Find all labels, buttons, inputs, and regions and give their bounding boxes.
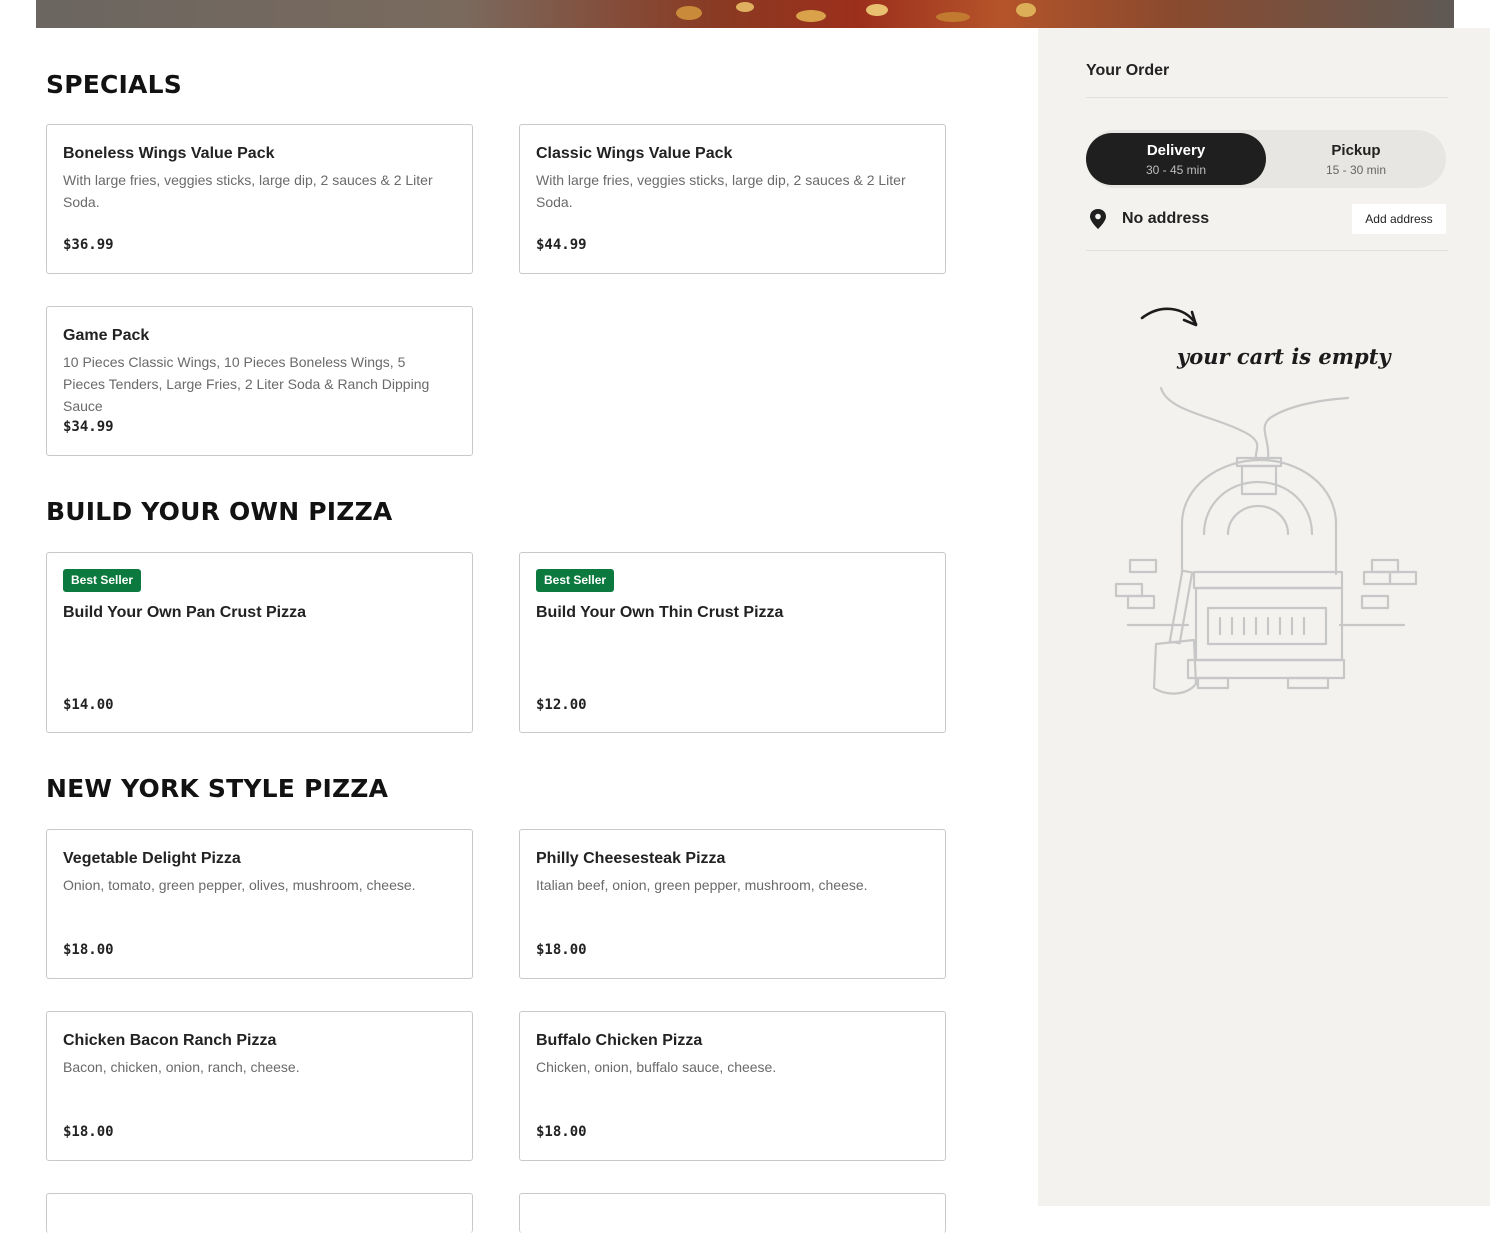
menu-item-card[interactable]: Buffalo Chicken Pizza Chicken, onion, bu… [519,1011,946,1161]
menu-item-card[interactable]: Boneless Wings Value Pack With large fri… [46,124,473,274]
item-price: $18.00 [536,942,587,958]
location-pin-icon [1090,209,1106,229]
menu-item-card[interactable]: Game Pack 10 Pieces Classic Wings, 10 Pi… [46,306,473,456]
add-address-button[interactable]: Add address [1352,204,1446,234]
menu-content: SPECIALS Boneless Wings Value Pack With … [0,28,1038,1233]
delivery-time: 30 - 45 min [1145,163,1207,177]
delivery-label: Delivery [1146,142,1206,159]
divider [1086,250,1448,251]
item-price: $18.00 [63,1124,114,1140]
item-name: Buffalo Chicken Pizza [536,1032,703,1049]
item-description: With large fries, veggies sticks, large … [63,172,433,210]
item-price: $36.99 [63,237,114,253]
pickup-option[interactable]: Pickup 15 - 30 min [1266,133,1446,185]
hero-banner-image [36,0,1454,28]
item-name: Chicken Bacon Ranch Pizza [63,1032,277,1049]
section-title-build-your-own: BUILD YOUR OWN PIZZA [46,497,393,526]
item-price: $18.00 [536,1124,587,1140]
item-name: Philly Cheesesteak Pizza [536,850,726,867]
item-description: 10 Pieces Classic Wings, 10 Pieces Bonel… [63,354,430,414]
divider [1086,97,1448,98]
item-description: Italian beef, onion, green pepper, mushr… [536,877,868,893]
pickup-label: Pickup [1331,142,1381,159]
item-name: Classic Wings Value Pack [536,145,733,162]
item-description: Chicken, onion, buffalo sauce, cheese. [536,1059,777,1075]
item-name: Boneless Wings Value Pack [63,145,275,162]
best-seller-badge: Best Seller [63,569,142,592]
pickup-time: 15 - 30 min [1325,163,1387,177]
menu-item-card[interactable]: Best Seller Build Your Own Pan Crust Piz… [46,552,473,733]
menu-item-card[interactable]: Classic Wings Value Pack With large frie… [519,124,946,274]
item-name: Game Pack [63,327,150,344]
menu-item-card-partial[interactable] [519,1193,946,1233]
menu-item-card[interactable]: Vegetable Delight Pizza Onion, tomato, g… [46,829,473,979]
order-title: Your Order [1086,62,1170,79]
item-description: With large fries, veggies sticks, large … [536,172,906,210]
item-name: Vegetable Delight Pizza [63,850,241,867]
delivery-option[interactable]: Delivery 30 - 45 min [1086,133,1266,185]
menu-item-card[interactable]: Chicken Bacon Ranch Pizza Bacon, chicken… [46,1011,473,1161]
pizza-oven-illustration: your cart is empty [1114,307,1418,695]
best-seller-badge: Best Seller [536,569,615,592]
address-status: No address [1122,210,1210,227]
item-price: $34.99 [63,419,114,435]
item-name: Build Your Own Pan Crust Pizza [63,604,306,621]
menu-item-card[interactable]: Best Seller Build Your Own Thin Crust Pi… [519,552,946,733]
item-price: $44.99 [536,237,587,253]
section-title-new-york-style: NEW YORK STYLE PIZZA [46,774,389,803]
item-price: $18.00 [63,942,114,958]
fulfillment-toggle: Delivery 30 - 45 min Pickup 15 - 30 min [1086,130,1446,188]
item-name: Build Your Own Thin Crust Pizza [536,604,784,621]
item-price: $14.00 [63,697,114,713]
item-description: Bacon, chicken, onion, ranch, cheese. [63,1059,300,1075]
section-title-specials: SPECIALS [46,70,182,99]
empty-cart-message: your cart is empty [1176,344,1392,369]
menu-item-card-partial[interactable] [46,1193,473,1233]
item-price: $12.00 [536,697,587,713]
menu-item-card[interactable]: Philly Cheesesteak Pizza Italian beef, o… [519,829,946,979]
item-description: Onion, tomato, green pepper, olives, mus… [63,877,416,893]
order-sidebar: Your Order Delivery 30 - 45 min Pickup 1… [1038,28,1490,1206]
